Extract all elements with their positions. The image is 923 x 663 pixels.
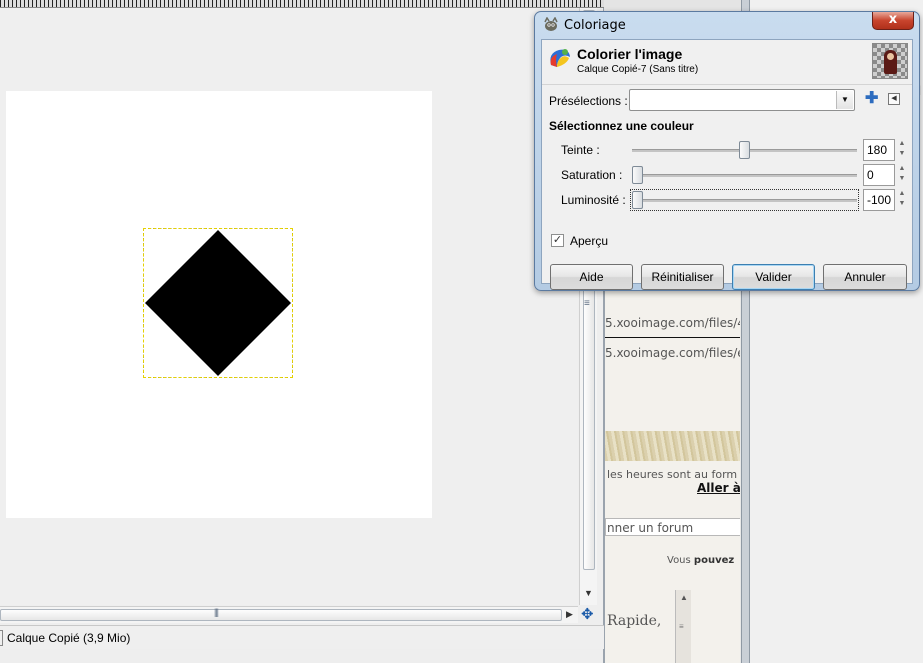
hue-spin-arrows-icon[interactable]: ▲ ▼ [897,139,907,161]
url-text: 5.xooimage.com/files/4/ [605,316,740,330]
help-button[interactable]: Aide [550,264,633,290]
preset-menu-icon[interactable]: ◀ [888,93,900,105]
add-preset-icon[interactable]: ✚ [865,91,878,107]
grip-icon: ≡ [584,298,590,309]
hours-text: les heures sont au form [607,468,738,481]
dialog-titlebar[interactable]: Coloriage x [535,12,919,38]
hue-slider-knob[interactable] [739,141,750,159]
reset-button[interactable]: Réinitialiser [641,264,724,290]
saturation-value-field[interactable]: 0 [863,164,895,186]
image-canvas[interactable] [6,91,432,518]
dialog-heading: Colorier l'image [577,46,683,62]
horizontal-scrollbar[interactable]: ||| ▶ [0,606,578,623]
preview-checkbox[interactable]: ✓ [551,234,564,247]
coloriage-dialog: Coloriage x Colorier l'image Calque Copi… [534,11,920,291]
presets-combobox[interactable]: ▼ [629,89,855,111]
checkmark-icon: ✓ [552,234,563,246]
black-diamond-shape [145,230,291,376]
web-scrollbar[interactable]: ▲ ≡ [675,590,691,663]
thumbnail-face [887,53,894,60]
permissions-text: Vous pouvez [667,555,735,566]
horizontal-scroll-thumb[interactable] [0,609,562,621]
quick-text: Rapide, [607,613,662,629]
hue-value-field[interactable]: 180 [863,139,895,161]
chevron-down-icon[interactable]: ▼ [836,91,853,109]
lightness-slider-track[interactable] [632,199,857,202]
cancel-button[interactable]: Annuler [823,264,907,290]
grip-icon: ||| [214,607,219,617]
lightness-slider-knob[interactable] [632,191,643,209]
hue-label: Teinte : [561,143,600,157]
saturation-slider-knob[interactable] [632,166,643,184]
ok-button[interactable]: Valider [732,264,815,290]
dialog-title: Coloriage [564,18,626,33]
lightness-label: Luminosité : [561,193,626,207]
close-icon: x [888,12,898,27]
scroll-down-icon[interactable]: ▼ [584,588,593,598]
lightness-spin-arrows-icon[interactable]: ▲ ▼ [897,189,907,211]
lightness-value-field[interactable]: -100 [863,189,895,211]
divider [605,337,740,338]
gimp-icon [544,17,558,31]
scroll-right-icon[interactable]: ▶ [566,609,573,620]
canvas-area[interactable] [0,8,578,605]
saturation-spin-arrows-icon[interactable]: ▲ ▼ [897,164,907,186]
scroll-up-icon[interactable]: ▲ [680,593,688,602]
forum-select-text: nner un forum [607,521,694,535]
status-edge [0,630,3,646]
preview-label[interactable]: Aperçu [570,234,608,248]
grip-icon[interactable]: ≡ [679,622,688,636]
saturation-slider-track[interactable] [632,174,857,177]
navigate-move-icon[interactable]: ✥ [581,607,594,623]
top-ruler [0,0,604,8]
url-text: 5.xooimage.com/files/e/ [605,346,740,360]
layer-status-label: Calque Copié (3,9 Mio) [7,631,131,645]
decorative-banner [605,431,740,461]
cancel-button-label: Annuler [844,270,886,284]
background-web-page: 5.xooimage.com/files/4/ 5.xooimage.com/f… [604,285,740,663]
reset-button-label: Réinitialiser [651,270,714,284]
saturation-label: Saturation : [561,168,623,182]
dialog-subheading: Calque Copié-7 (Sans titre) [577,64,699,75]
layer-preview-thumbnail [872,43,908,79]
colorize-icon [550,49,570,67]
help-button-label: Aide [579,270,604,284]
close-button[interactable]: x [872,12,914,30]
image-window: ≡ ▼ ||| ▶ ✥ Calque Copié (3,9 Mio) [0,0,604,663]
header-separator [542,84,912,85]
presets-label: Présélections : [549,94,628,108]
color-section-label: Sélectionnez une couleur [549,119,694,133]
status-bar: Calque Copié (3,9 Mio) [0,625,604,649]
dialog-body: Colorier l'image Calque Copié-7 (Sans ti… [541,39,913,290]
ok-button-label: Valider [755,270,792,284]
goto-link[interactable]: Aller à [697,481,740,495]
